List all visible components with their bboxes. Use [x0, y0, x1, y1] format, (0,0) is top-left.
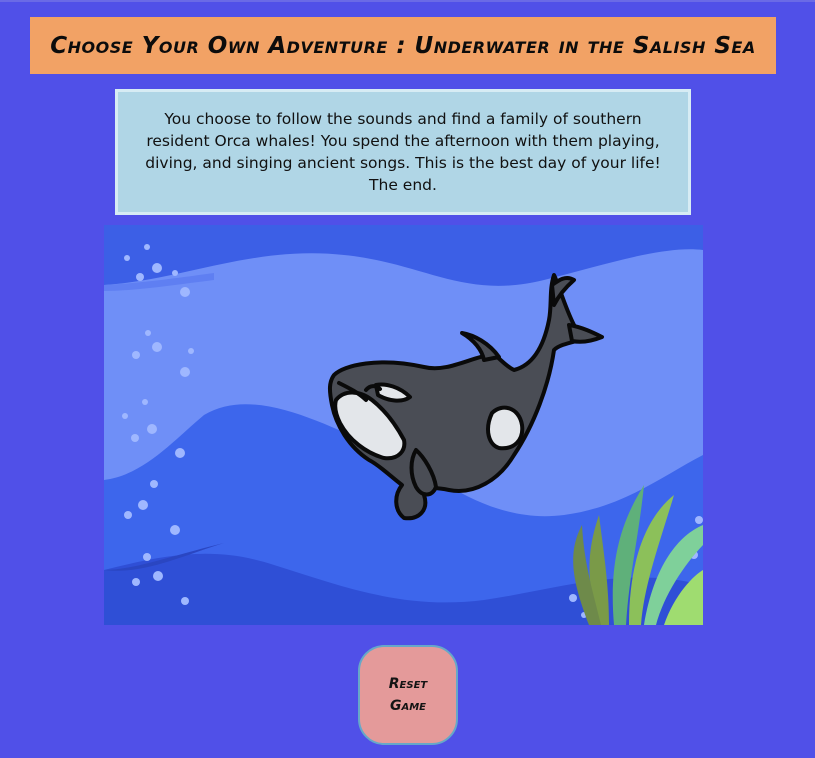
title-banner: Choose Your Own Adventure : Underwater i…	[30, 17, 776, 74]
reset-game-label: Reset Game	[388, 676, 428, 714]
story-panel: You choose to follow the sounds and find…	[115, 89, 691, 215]
orca-scene-svg	[104, 225, 703, 625]
story-text: You choose to follow the sounds and find…	[145, 110, 661, 194]
window-top-edge	[0, 0, 815, 2]
page-title: Choose Your Own Adventure : Underwater i…	[50, 32, 756, 59]
scene-illustration	[104, 225, 703, 625]
reset-game-button[interactable]: Reset Game	[358, 645, 458, 745]
